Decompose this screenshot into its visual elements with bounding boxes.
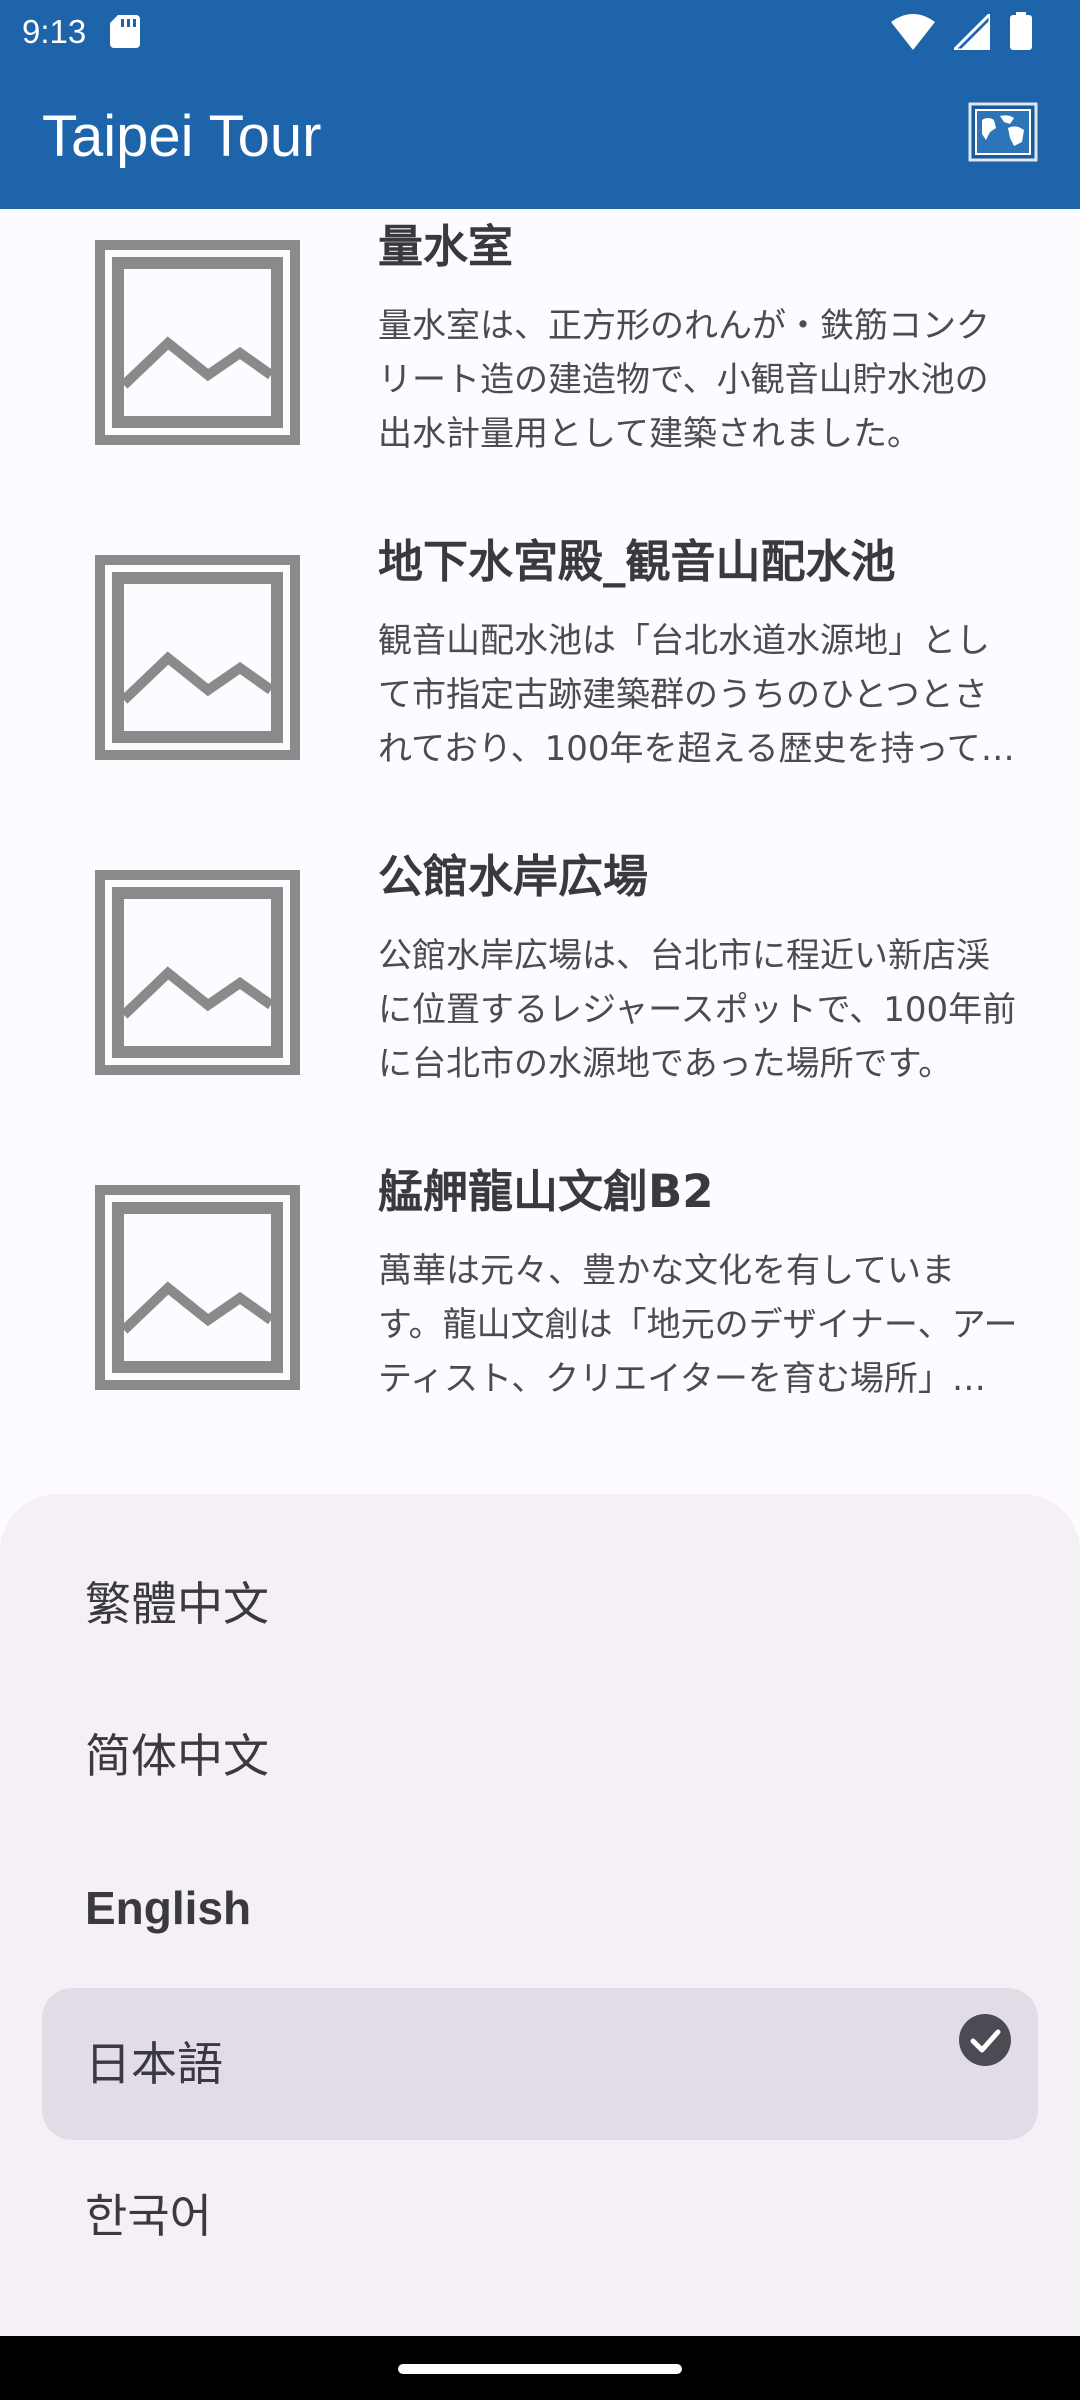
language-bottom-sheet: 繁體中文 简体中文 English 日本語 한국어	[0, 1494, 1080, 2336]
places-list[interactable]: 量水室 量水室は、正方形のれんが・鉄筋コンクリート造の建造物で、小観音山貯水池の…	[0, 209, 1080, 1494]
language-label: 简体中文	[85, 1729, 269, 1783]
image-placeholder-icon	[95, 870, 300, 1075]
image-placeholder-icon	[95, 1185, 300, 1390]
navigation-bar	[0, 2336, 1080, 2400]
status-time: 9:13	[22, 13, 87, 50]
signal-icon	[954, 14, 990, 50]
app-bar: Taipei Tour	[0, 64, 1080, 209]
language-option-simplified-chinese[interactable]: 简体中文	[42, 1680, 1038, 1832]
status-bar: 9:13	[0, 0, 1080, 64]
image-placeholder-icon	[95, 555, 300, 760]
language-option-korean[interactable]: 한국어	[42, 2140, 1038, 2292]
place-title: 公館水岸広場	[378, 850, 649, 903]
sd-card-icon	[110, 15, 140, 48]
language-label: English	[85, 1882, 252, 1934]
language-label: 한국어	[85, 2189, 212, 2243]
battery-icon	[1010, 12, 1032, 50]
place-description: 観音山配水池は「台北水道水源地」として市指定古跡建築群のうちのひとつとされており…	[378, 621, 1015, 769]
wifi-icon	[891, 14, 935, 50]
check-circle-icon	[959, 2014, 1011, 2066]
list-item[interactable]: 地下水宮殿_観音山配水池 観音山配水池は「台北水道水源地」として市指定古跡建築群…	[0, 524, 1080, 839]
list-item[interactable]: 公館水岸広場 公館水岸広場は、台北市に程近い新店渓に位置するレジャースポットで、…	[0, 839, 1080, 1154]
place-title: 地下水宮殿_観音山配水池	[378, 535, 896, 588]
image-placeholder-icon	[95, 240, 300, 445]
language-option-traditional-chinese[interactable]: 繁體中文	[42, 1528, 1038, 1680]
list-item[interactable]: 艋舺龍山文創B2 萬華は元々、豊かな文化を有しています。龍山文創は「地元のデザイ…	[0, 1154, 1080, 1469]
place-title: 量水室	[378, 220, 514, 273]
language-label: 日本語	[85, 2037, 223, 2091]
language-option-english[interactable]: English	[42, 1832, 1038, 1984]
place-title: 艋舺龍山文創B2	[378, 1165, 714, 1218]
globe-icon[interactable]	[968, 102, 1038, 162]
place-description: 量水室は、正方形のれんが・鉄筋コンクリート造の建造物で、小観音山貯水池の出水計量…	[378, 306, 990, 454]
place-description: 公館水岸広場は、台北市に程近い新店渓に位置するレジャースポットで、100年前に台…	[378, 936, 1017, 1084]
home-gesture-handle[interactable]	[398, 2364, 682, 2374]
place-description: 萬華は元々、豊かな文化を有しています。龍山文創は「地元のデザイナー、アーティスト…	[378, 1251, 1018, 1399]
list-item[interactable]: 量水室 量水室は、正方形のれんが・鉄筋コンクリート造の建造物で、小観音山貯水池の…	[0, 209, 1080, 524]
app-title: Taipei Tour	[42, 104, 322, 169]
language-option-japanese[interactable]: 日本語	[42, 1988, 1038, 2140]
language-label: 繁體中文	[85, 1577, 269, 1631]
